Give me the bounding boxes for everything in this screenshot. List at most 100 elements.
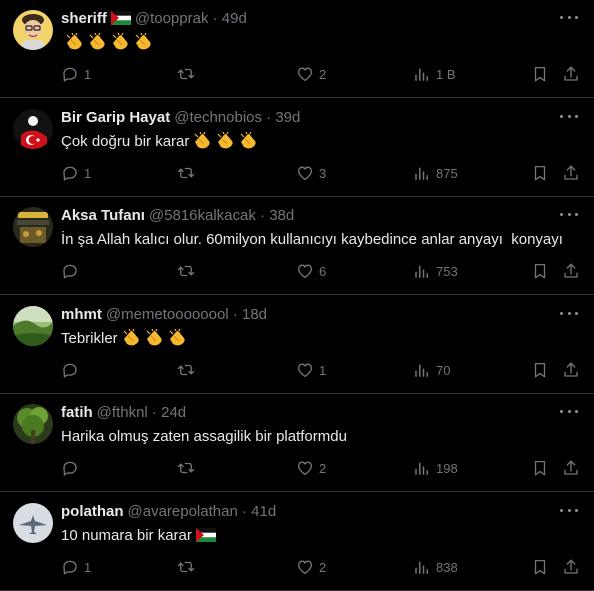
reply-icon bbox=[61, 558, 79, 576]
share-button[interactable] bbox=[562, 261, 580, 281]
timestamp[interactable]: 38d bbox=[269, 207, 294, 224]
retweet-icon bbox=[177, 361, 195, 379]
user-handle[interactable]: @fthknl bbox=[97, 404, 148, 421]
reply-icon bbox=[61, 459, 79, 477]
avatar[interactable] bbox=[13, 207, 53, 247]
separator: · bbox=[208, 10, 222, 27]
reply-item[interactable]: Bir Garip Hayat @technobios · 39d Çok doğr… bbox=[0, 99, 594, 197]
share-button[interactable] bbox=[562, 557, 580, 577]
retweet-button[interactable] bbox=[177, 261, 200, 281]
user-handle[interactable]: @technobios bbox=[174, 109, 262, 126]
clapping-hands-icon bbox=[194, 132, 211, 149]
views-button[interactable]: 198 bbox=[413, 458, 458, 478]
like-button[interactable]: 2 bbox=[296, 557, 326, 577]
reply-button[interactable]: 1 bbox=[61, 64, 91, 84]
more-icon[interactable] bbox=[560, 113, 578, 119]
avatar[interactable] bbox=[13, 109, 53, 149]
share-icon bbox=[562, 361, 580, 379]
retweet-button[interactable] bbox=[177, 64, 200, 84]
more-icon[interactable] bbox=[560, 211, 578, 217]
views-count: 198 bbox=[436, 460, 458, 476]
reply-text-content: Harika olmuş zaten assagilik bir platfor… bbox=[61, 428, 347, 445]
like-icon bbox=[296, 164, 314, 182]
reply-text-content: İn şa Allah kalıcı olur. 60milyon kullan… bbox=[61, 231, 563, 248]
views-button[interactable]: 1 B bbox=[413, 64, 456, 84]
reply-text: İn şa Allah kalıcı olur. 60milyon kullan… bbox=[61, 230, 563, 250]
views-button[interactable]: 70 bbox=[413, 360, 450, 380]
bookmark-button[interactable] bbox=[531, 261, 549, 281]
reply-button[interactable] bbox=[61, 360, 84, 380]
like-button[interactable]: 1 bbox=[296, 360, 326, 380]
avatar[interactable] bbox=[13, 404, 53, 444]
like-button[interactable]: 2 bbox=[296, 458, 326, 478]
reply-header: mhmt @memetoooooool · 18d bbox=[61, 305, 267, 325]
reply-button[interactable] bbox=[61, 458, 84, 478]
reply-button[interactable]: 1 bbox=[61, 557, 91, 577]
more-icon[interactable] bbox=[560, 507, 578, 513]
display-name[interactable]: Bir Garip Hayat bbox=[61, 109, 170, 126]
share-button[interactable] bbox=[562, 64, 580, 84]
views-icon bbox=[413, 164, 431, 182]
avatar[interactable] bbox=[13, 10, 53, 50]
more-icon[interactable] bbox=[560, 14, 578, 20]
timestamp[interactable]: 49d bbox=[222, 10, 247, 27]
display-name[interactable]: polathan bbox=[61, 503, 124, 520]
bookmark-button[interactable] bbox=[531, 360, 549, 380]
reply-header: fatih @fthknl · 24d bbox=[61, 403, 186, 423]
reply-text: Harika olmuş zaten assagilik bir platfor… bbox=[61, 427, 347, 447]
user-handle[interactable]: @memetoooooool bbox=[106, 306, 229, 323]
avatar[interactable] bbox=[13, 503, 53, 543]
reply-text: Çok doğru bir karar bbox=[61, 132, 258, 152]
more-icon[interactable] bbox=[560, 408, 578, 414]
reply-button[interactable]: 1 bbox=[61, 163, 91, 183]
views-count: 838 bbox=[436, 559, 458, 575]
share-button[interactable] bbox=[562, 163, 580, 183]
reply-item[interactable]: polathan @avarepolathan · 41d 10 numara bi… bbox=[0, 493, 594, 591]
reply-button[interactable] bbox=[61, 261, 84, 281]
like-count: 3 bbox=[319, 165, 327, 181]
views-count: 753 bbox=[436, 263, 458, 279]
reply-item[interactable]: Aksa Tufanı @5816kalkacak · 38d İn şa Alla… bbox=[0, 197, 594, 295]
like-button[interactable]: 2 bbox=[296, 64, 326, 84]
like-icon bbox=[296, 459, 314, 477]
bookmark-button[interactable] bbox=[531, 557, 549, 577]
display-name[interactable]: sheriff bbox=[61, 10, 107, 27]
retweet-button[interactable] bbox=[177, 458, 200, 478]
like-icon bbox=[296, 558, 314, 576]
retweet-button[interactable] bbox=[177, 163, 200, 183]
retweet-icon bbox=[177, 262, 195, 280]
user-handle[interactable]: @5816kalkacak bbox=[149, 207, 256, 224]
bookmark-button[interactable] bbox=[531, 163, 549, 183]
reply-text-content: 10 numara bir karar bbox=[61, 527, 192, 544]
like-button[interactable]: 6 bbox=[296, 261, 326, 281]
timestamp[interactable]: 41d bbox=[251, 503, 276, 520]
reply-item[interactable]: mhmt @memetoooooool · 18d Tebrikler 1 70 bbox=[0, 296, 594, 394]
retweet-icon bbox=[177, 558, 195, 576]
more-icon[interactable] bbox=[560, 310, 578, 316]
views-button[interactable]: 875 bbox=[413, 163, 458, 183]
share-button[interactable] bbox=[562, 458, 580, 478]
user-handle[interactable]: @avarepolathan bbox=[128, 503, 238, 520]
timestamp[interactable]: 39d bbox=[275, 109, 300, 126]
display-name[interactable]: Aksa Tufanı bbox=[61, 207, 145, 224]
views-button[interactable]: 838 bbox=[413, 557, 458, 577]
share-button[interactable] bbox=[562, 360, 580, 380]
like-button[interactable]: 3 bbox=[296, 163, 326, 183]
views-icon bbox=[413, 262, 431, 280]
bookmark-button[interactable] bbox=[531, 458, 549, 478]
avatar[interactable] bbox=[13, 306, 53, 346]
reply-header: polathan @avarepolathan · 41d bbox=[61, 502, 276, 522]
retweet-button[interactable] bbox=[177, 360, 200, 380]
display-name[interactable]: fatih bbox=[61, 404, 93, 421]
timestamp[interactable]: 24d bbox=[161, 404, 186, 421]
timestamp[interactable]: 18d bbox=[242, 306, 267, 323]
clapping-hands-icon bbox=[66, 33, 82, 50]
reply-item[interactable]: sheriff @toopprak · 49d 1 2 1 B bbox=[0, 0, 594, 98]
display-name[interactable]: mhmt bbox=[61, 306, 102, 323]
reply-item[interactable]: fatih @fthknl · 24d Harika olmuş zaten ass… bbox=[0, 394, 594, 492]
retweet-button[interactable] bbox=[177, 557, 200, 577]
reply-feed: sheriff @toopprak · 49d 1 2 1 B Bir Garip Hay… bbox=[0, 0, 594, 591]
views-button[interactable]: 753 bbox=[413, 261, 458, 281]
bookmark-button[interactable] bbox=[531, 64, 549, 84]
user-handle[interactable]: @toopprak bbox=[135, 10, 209, 27]
